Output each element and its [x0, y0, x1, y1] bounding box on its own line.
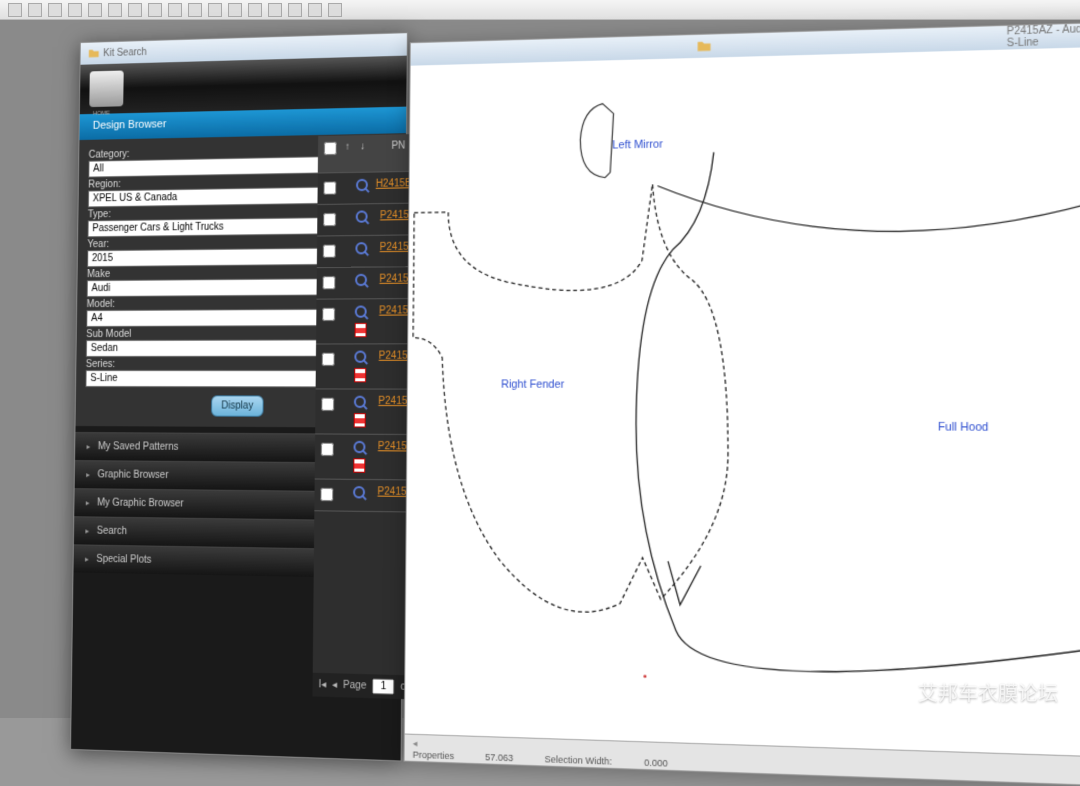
tool-icon[interactable] — [208, 3, 222, 17]
tool-icon[interactable] — [168, 3, 182, 17]
zoom-icon[interactable] — [355, 273, 367, 285]
desktop-area: Kit Search Design Browser Category: All … — [0, 20, 1080, 718]
status-extra: 57.063 — [485, 752, 513, 763]
checkall[interactable] — [323, 142, 336, 155]
tool-icon[interactable] — [188, 3, 202, 17]
tool-icon[interactable] — [288, 3, 302, 17]
home-icon[interactable] — [89, 70, 123, 107]
pattern-drawing: Left Mirror Right Mirror Right Fender Fu… — [405, 46, 1080, 758]
watermark: 艾邦车衣膜论坛 — [876, 674, 1058, 708]
pdf-icon[interactable] — [354, 367, 366, 381]
label-full-hood: Full Hood — [938, 421, 989, 434]
row-check[interactable] — [321, 352, 334, 365]
tool-icon[interactable] — [268, 3, 282, 17]
col-sort-down[interactable]: ↓ — [353, 135, 372, 172]
zoom-icon[interactable] — [356, 210, 368, 222]
tool-icon[interactable] — [328, 3, 342, 17]
canvas-title: P2415AZ - Audi-A4-Sedan-S-Line — [1007, 22, 1080, 50]
window-title: Kit Search — [103, 46, 147, 58]
zoom-icon[interactable] — [356, 178, 368, 190]
tool-icon[interactable] — [308, 3, 322, 17]
tool-icon[interactable] — [28, 3, 42, 17]
tool-icon[interactable] — [68, 3, 82, 17]
zoom-icon[interactable] — [356, 242, 368, 254]
pager-page-input[interactable] — [372, 678, 394, 694]
tool-icon[interactable] — [228, 3, 242, 17]
tool-icon[interactable] — [148, 3, 162, 17]
status-selwidth-value: 0.000 — [644, 757, 668, 768]
logo-band — [80, 56, 407, 115]
label-left-mirror: Left Mirror — [612, 139, 663, 153]
wechat-icon — [876, 674, 910, 708]
tool-icon[interactable] — [8, 3, 22, 17]
pdf-icon[interactable] — [353, 458, 365, 472]
row-check[interactable] — [321, 397, 334, 410]
watermark-text: 艾邦车衣膜论坛 — [918, 677, 1058, 706]
tool-icon[interactable] — [88, 3, 102, 17]
display-button[interactable]: Display — [211, 395, 264, 416]
tool-icon[interactable] — [108, 3, 122, 17]
pager-page-label: Page — [343, 680, 366, 692]
zoom-icon[interactable] — [353, 486, 365, 498]
zoom-icon[interactable] — [354, 350, 366, 362]
zoom-icon[interactable] — [355, 305, 367, 317]
folder-icon — [88, 47, 99, 59]
zoom-icon[interactable] — [354, 440, 366, 452]
status-props: Properties — [413, 749, 455, 761]
col-check[interactable] — [318, 136, 342, 173]
tool-icon[interactable] — [248, 3, 262, 17]
row-check[interactable] — [322, 307, 335, 320]
status-selwidth-label: Selection Width: — [545, 754, 612, 767]
label-right-fender: Right Fender — [501, 379, 565, 392]
pdf-icon[interactable] — [354, 413, 366, 427]
row-check[interactable] — [323, 181, 336, 194]
row-check[interactable] — [320, 487, 333, 500]
row-check[interactable] — [323, 212, 336, 225]
row-check[interactable] — [322, 276, 335, 289]
canvas-body[interactable]: Left Mirror Right Mirror Right Fender Fu… — [405, 46, 1080, 758]
col-sort-up[interactable]: ↑ — [342, 135, 354, 172]
tool-icon[interactable] — [128, 3, 142, 17]
tool-icon[interactable] — [48, 3, 62, 17]
pager-prev-icon[interactable]: ◂ — [332, 679, 337, 691]
row-check[interactable] — [320, 442, 333, 455]
pattern-canvas-window: P2415AZ - Audi-A4-Sedan-S-Line Left Mirr… — [404, 20, 1080, 786]
row-check[interactable] — [322, 244, 335, 257]
zoom-icon[interactable] — [354, 395, 366, 407]
pdf-icon[interactable] — [355, 322, 367, 336]
pager-first-icon[interactable]: I◂ — [318, 679, 326, 691]
